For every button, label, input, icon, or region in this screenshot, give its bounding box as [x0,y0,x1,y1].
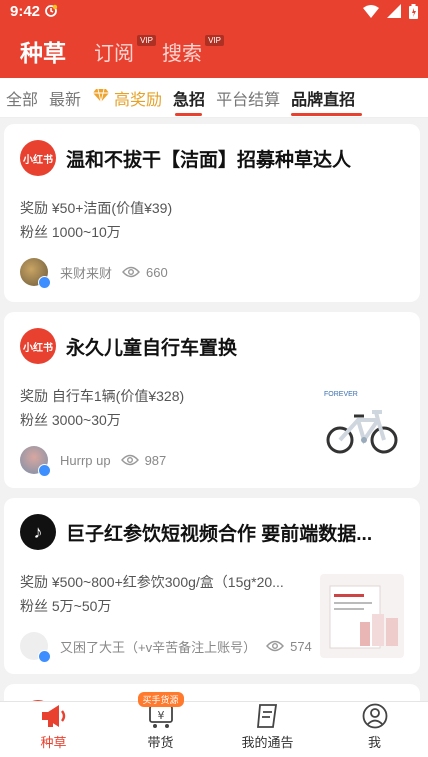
vip-badge: VIP [205,34,224,46]
view-count: 660 [146,264,168,280]
verified-icon [38,276,51,289]
fans-text: 粉丝 5万~50万 [20,598,112,614]
bottom-tab-daihuo[interactable]: 买手货源 ¥ 带货 [107,692,214,757]
category-urgent[interactable]: 急招 [173,78,216,117]
publisher-name: 又困了大王（+v辛苦备注上账号） [60,639,257,655]
category-label: 高奖励 [114,91,163,109]
category-label: 最新 [49,91,82,109]
tab-label: 种草 [20,40,66,66]
svg-text:FOREVER: FOREVER [324,391,358,398]
eye-icon [120,454,139,466]
megaphone-icon [39,702,69,730]
sync-icon [44,4,58,18]
category-tabs: 全部 最新 高奖励 急招 平台结算 品牌直招 [0,78,428,118]
diamond-icon [92,88,110,108]
avatar [20,446,51,477]
tab-label: 我的通告 [241,735,294,750]
job-card[interactable]: 小红书 温和不拔干【洁面】招募种草达人 奖励 ¥50+洁面(价值¥39) 粉丝 … [4,124,420,302]
reward-text: 奖励 ¥50+洁面(价值¥39) [20,200,173,216]
active-underline [175,112,203,116]
tab-search[interactable]: 搜索 VIP [162,34,224,66]
product-image-bicycle: FOREVER [320,382,404,466]
product-image-ginseng-drink [320,574,404,658]
tab-label: 搜索 [162,42,202,65]
job-title: 永久儿童自行车置换 [66,337,238,359]
avatar [20,632,51,663]
category-platform-settlement[interactable]: 平台结算 [216,78,291,117]
eye-icon [122,266,140,278]
avatar [20,258,51,289]
xiaohongshu-logo: 小红书 [20,140,56,176]
tab-label: 带货 [147,735,174,750]
xiaohongshu-logo: 小红书 [20,328,56,364]
eye-icon [266,640,285,652]
category-brand-direct[interactable]: 品牌直招 [291,78,366,117]
category-high-reward[interactable]: 高奖励 [92,78,173,117]
bottom-tab-zhongcao[interactable]: 种草 [0,702,107,757]
job-title: 温和不拔干【洁面】招募种草达人 [66,149,352,171]
status-bar: 9:42 [0,0,428,22]
job-card[interactable]: 小红书 永久儿童自行车置换 奖励 自行车1辆(价值¥328) 粉丝 3000~3… [4,312,420,488]
publisher-name: Hurrp up [60,452,111,468]
status-time: 9:42 [10,2,41,20]
tab-label: 订阅 [94,42,134,65]
goods-source-badge: 买手货源 [137,692,184,707]
vip-badge: VIP [137,34,156,46]
view-count: 987 [144,452,167,468]
active-underline [291,112,363,116]
publisher-name: 来财来财 [60,265,113,281]
fans-text: 粉丝 1000~10万 [20,224,121,240]
top-nav: 种草 订阅 VIP 搜索 VIP [0,22,428,80]
bottom-tab-me[interactable]: 我 [321,702,428,757]
category-latest[interactable]: 最新 [49,78,92,117]
svg-text:¥: ¥ [157,709,164,722]
view-count: 574 [290,638,312,654]
category-all[interactable]: 全部 [6,78,49,117]
category-label: 平台结算 [216,91,281,109]
user-profile-icon [362,702,388,730]
category-label: 品牌直招 [291,91,356,109]
notice-document-icon [256,702,280,730]
tab-label: 种草 [40,735,67,750]
job-title: 巨子红参饮短视频合作 要前端数据... [66,523,373,545]
signal-icon [387,4,401,18]
job-feed: 小红书 温和不拔干【洁面】招募种草达人 奖励 ¥50+洁面(价值¥39) 粉丝 … [0,118,428,724]
header: 9:42 种草 订阅 VIP 搜索 VIP [0,0,428,78]
verified-icon [38,650,51,663]
battery-icon [409,3,418,19]
reward-text: 奖励 ¥500~800+红参饮300g/盒（15g*20... [20,574,284,590]
verified-icon [38,464,51,477]
job-card[interactable]: ♪ 巨子红参饮短视频合作 要前端数据... 奖励 ¥500~800+红参饮300… [4,498,420,674]
category-label: 全部 [6,91,39,109]
bottom-tab-bar: 种草 买手货源 ¥ 带货 我的通告 我 [0,692,428,757]
bottom-tab-my-notices[interactable]: 我的通告 [214,702,321,757]
category-label: 急招 [173,91,206,109]
tab-zhongcao[interactable]: 种草 [20,34,66,68]
wifi-icon [363,4,379,18]
tab-label: 我 [367,735,381,750]
douyin-logo: ♪ [20,514,56,550]
tab-subscribe[interactable]: 订阅 VIP [94,34,156,66]
